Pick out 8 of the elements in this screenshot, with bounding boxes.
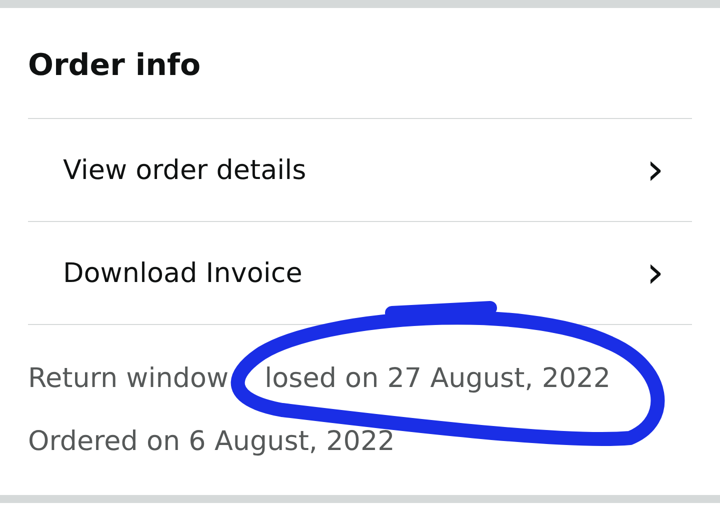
order-info-text: losed on 27 August, 2022: [264, 363, 611, 394]
order-info-text: Return window: [28, 363, 229, 394]
order-info-text: Ordered on 6 August, 2022: [28, 426, 395, 457]
chevron-icon: ›: [646, 251, 664, 295]
chevron-icon: ›: [646, 148, 664, 192]
section-title: Order info: [28, 8, 692, 119]
order-link[interactable]: Download Invoice ›: [28, 222, 692, 325]
order-link[interactable]: View order details ›: [28, 119, 692, 222]
